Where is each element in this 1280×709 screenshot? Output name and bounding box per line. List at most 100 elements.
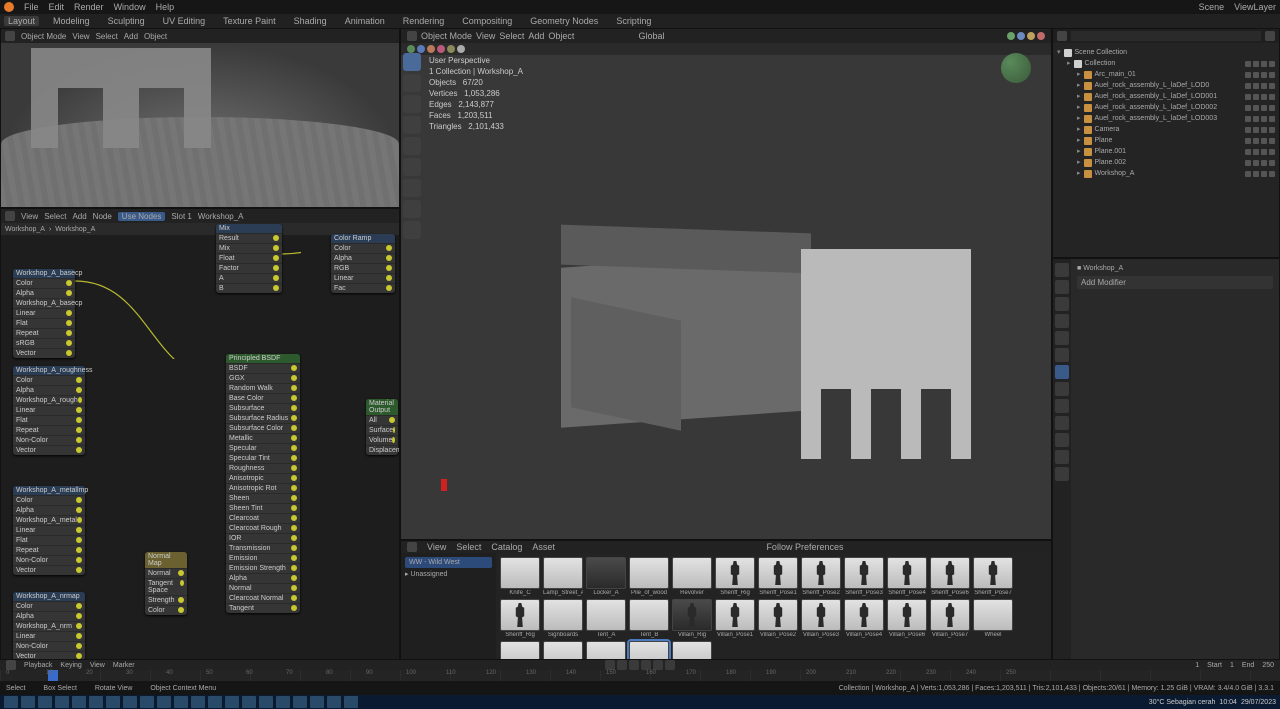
outliner-item[interactable]: ▸Plane.001	[1055, 146, 1277, 157]
catalog-unassigned[interactable]: ▸ Unassigned	[405, 570, 492, 578]
measure-tool[interactable]	[403, 200, 421, 218]
asset-thumb[interactable]: Sheriff_Pose3	[844, 557, 884, 596]
menu-playback[interactable]: Playback	[24, 662, 52, 669]
shader-node-editor[interactable]: Object Mode View Select Add Node Use Nod…	[0, 208, 400, 690]
tab-scene[interactable]	[1055, 314, 1069, 328]
menu-marker[interactable]: Marker	[113, 662, 135, 669]
asset-thumb[interactable]: Sheriff_Pose1	[758, 557, 798, 596]
task-app-icon[interactable]	[242, 696, 256, 708]
outliner-root[interactable]: ▾ Scene Collection	[1055, 47, 1277, 58]
asset-thumb[interactable]: Pile_of_wood	[629, 557, 669, 596]
asset-thumb[interactable]: Villain_Pose6	[887, 599, 927, 638]
viewport-canvas[interactable]	[1, 43, 399, 207]
tab-texture-paint[interactable]: Texture Paint	[219, 16, 280, 26]
outliner-item[interactable]: ▸Collection	[1055, 58, 1277, 69]
menu-view[interactable]: View	[476, 31, 495, 41]
asset-thumb[interactable]: Villain_Pose3	[801, 599, 841, 638]
asset-thumb[interactable]: Tent_A	[586, 599, 626, 638]
menu-object[interactable]: Object	[144, 32, 167, 41]
tab-geometry-nodes[interactable]: Geometry Nodes	[526, 16, 602, 26]
editor-type-icon[interactable]	[5, 211, 15, 221]
rotate-tool[interactable]	[403, 116, 421, 134]
shader-node-bsdf[interactable]: Principled BSDFBSDFGGXRandom WalkBase Co…	[226, 354, 300, 613]
asset-thumb[interactable]: Villain_Pose4	[844, 599, 884, 638]
asset-thumb[interactable]: Villain_Pose1	[715, 599, 755, 638]
tab-world[interactable]	[1055, 331, 1069, 345]
mode-dropdown[interactable]: Object Mode	[421, 31, 472, 41]
tab-modeling[interactable]: Modeling	[49, 16, 94, 26]
tab-layout[interactable]: Layout	[4, 16, 39, 26]
asset-thumb[interactable]: Sheriff_Pose4	[887, 557, 927, 596]
shading-mode-2[interactable]	[1027, 32, 1035, 40]
editor-type-icon[interactable]	[5, 31, 15, 41]
asset-thumb[interactable]: Sheriff_Rig	[715, 557, 755, 596]
tab-physics[interactable]	[1055, 399, 1069, 413]
menu-help[interactable]: Help	[156, 2, 175, 12]
mode-dropdown[interactable]: Object Mode	[21, 32, 66, 41]
tab-scripting[interactable]: Scripting	[612, 16, 655, 26]
shader-node-ramp[interactable]: Color RampColorAlphaRGBLinearFac	[331, 234, 395, 293]
tab-material[interactable]	[1055, 450, 1069, 464]
frame-start[interactable]: 1	[1230, 662, 1234, 669]
shader-node-tex[interactable]: Workshop_A_metallmpColorAlphaWorkshop_A_…	[13, 486, 85, 575]
asset-thumb[interactable]: Wheel	[973, 599, 1013, 638]
menu-select[interactable]: Select	[96, 32, 118, 41]
shader-node-out[interactable]: Material OutputAllSurfaceVolumeDisplacem…	[366, 399, 398, 455]
asset-thumb[interactable]: Villain_Pose2	[758, 599, 798, 638]
tray-date[interactable]: 29/07/2023	[1241, 699, 1276, 706]
menu-select[interactable]: Select	[44, 212, 66, 221]
tab-data[interactable]	[1055, 433, 1069, 447]
task-app-icon[interactable]	[276, 696, 290, 708]
task-app-icon[interactable]	[123, 696, 137, 708]
task-app-icon[interactable]	[293, 696, 307, 708]
task-app-icon[interactable]	[174, 696, 188, 708]
tab-uv-editing[interactable]: UV Editing	[159, 16, 210, 26]
add-modifier-button[interactable]: Add Modifier	[1077, 276, 1273, 289]
outliner-item[interactable]: ▸Camera	[1055, 124, 1277, 135]
outliner-search[interactable]	[1071, 31, 1261, 41]
shading-mode-3[interactable]	[1037, 32, 1045, 40]
move-tool[interactable]	[403, 95, 421, 113]
editor-type-icon[interactable]	[407, 542, 417, 552]
tab-modifier[interactable]	[1055, 365, 1069, 379]
frame-current[interactable]: 1	[1195, 662, 1199, 669]
play-button[interactable]	[641, 660, 651, 670]
tab-output[interactable]	[1055, 280, 1069, 294]
menu-keying[interactable]: Keying	[60, 662, 81, 669]
shader-node-tex[interactable]: Workshop_A_nrmapColorAlphaWorkshop_A_nrm…	[13, 592, 85, 661]
tab-object[interactable]	[1055, 348, 1069, 362]
asset-thumb[interactable]: Villain_Pose7	[930, 599, 970, 638]
task-app-icon[interactable]	[72, 696, 86, 708]
menu-node[interactable]: Node	[93, 212, 112, 221]
asset-thumb[interactable]: Revolver	[672, 557, 712, 596]
play-reverse-button[interactable]	[629, 660, 639, 670]
task-app-icon[interactable]	[106, 696, 120, 708]
main-3d-viewport[interactable]: Object Mode View Select Add Object Globa…	[400, 28, 1052, 540]
menu-view[interactable]: View	[21, 212, 38, 221]
task-app-icon[interactable]	[140, 696, 154, 708]
menu-view[interactable]: View	[90, 662, 105, 669]
asset-thumb[interactable]: Lamp_Street_A	[543, 557, 583, 596]
task-app-icon[interactable]	[225, 696, 239, 708]
task-app-icon[interactable]	[208, 696, 222, 708]
search-icon[interactable]	[21, 696, 35, 708]
task-app-icon[interactable]	[191, 696, 205, 708]
tab-render[interactable]	[1055, 263, 1069, 277]
task-app-icon[interactable]	[259, 696, 273, 708]
outliner-item[interactable]: ▸Auel_rock_assembly_L_laDef_LOD0	[1055, 80, 1277, 91]
menu-add[interactable]: Add	[528, 31, 544, 41]
shader-node-tex[interactable]: Workshop_A_basecpColorAlphaWorkshop_A_ba…	[13, 269, 75, 358]
outliner-item[interactable]: ▸Plane.002	[1055, 157, 1277, 168]
filter-icon[interactable]	[1265, 31, 1275, 41]
asset-thumb[interactable]: Locker_A	[586, 557, 626, 596]
asset-thumb[interactable]: Signboards	[543, 599, 583, 638]
task-app-icon[interactable]	[55, 696, 69, 708]
outliner-item[interactable]: ▸Workshop_A	[1055, 168, 1277, 179]
editor-type-icon[interactable]	[1057, 31, 1067, 41]
tab-texture[interactable]	[1055, 467, 1069, 481]
tab-compositing[interactable]: Compositing	[458, 16, 516, 26]
outliner-item[interactable]: ▸Auel_rock_assembly_L_laDef_LOD001	[1055, 91, 1277, 102]
viewlayer-field[interactable]: ViewLayer	[1234, 2, 1276, 12]
asset-thumb[interactable]: Sheriff_Pose7	[973, 557, 1013, 596]
tab-animation[interactable]: Animation	[341, 16, 389, 26]
